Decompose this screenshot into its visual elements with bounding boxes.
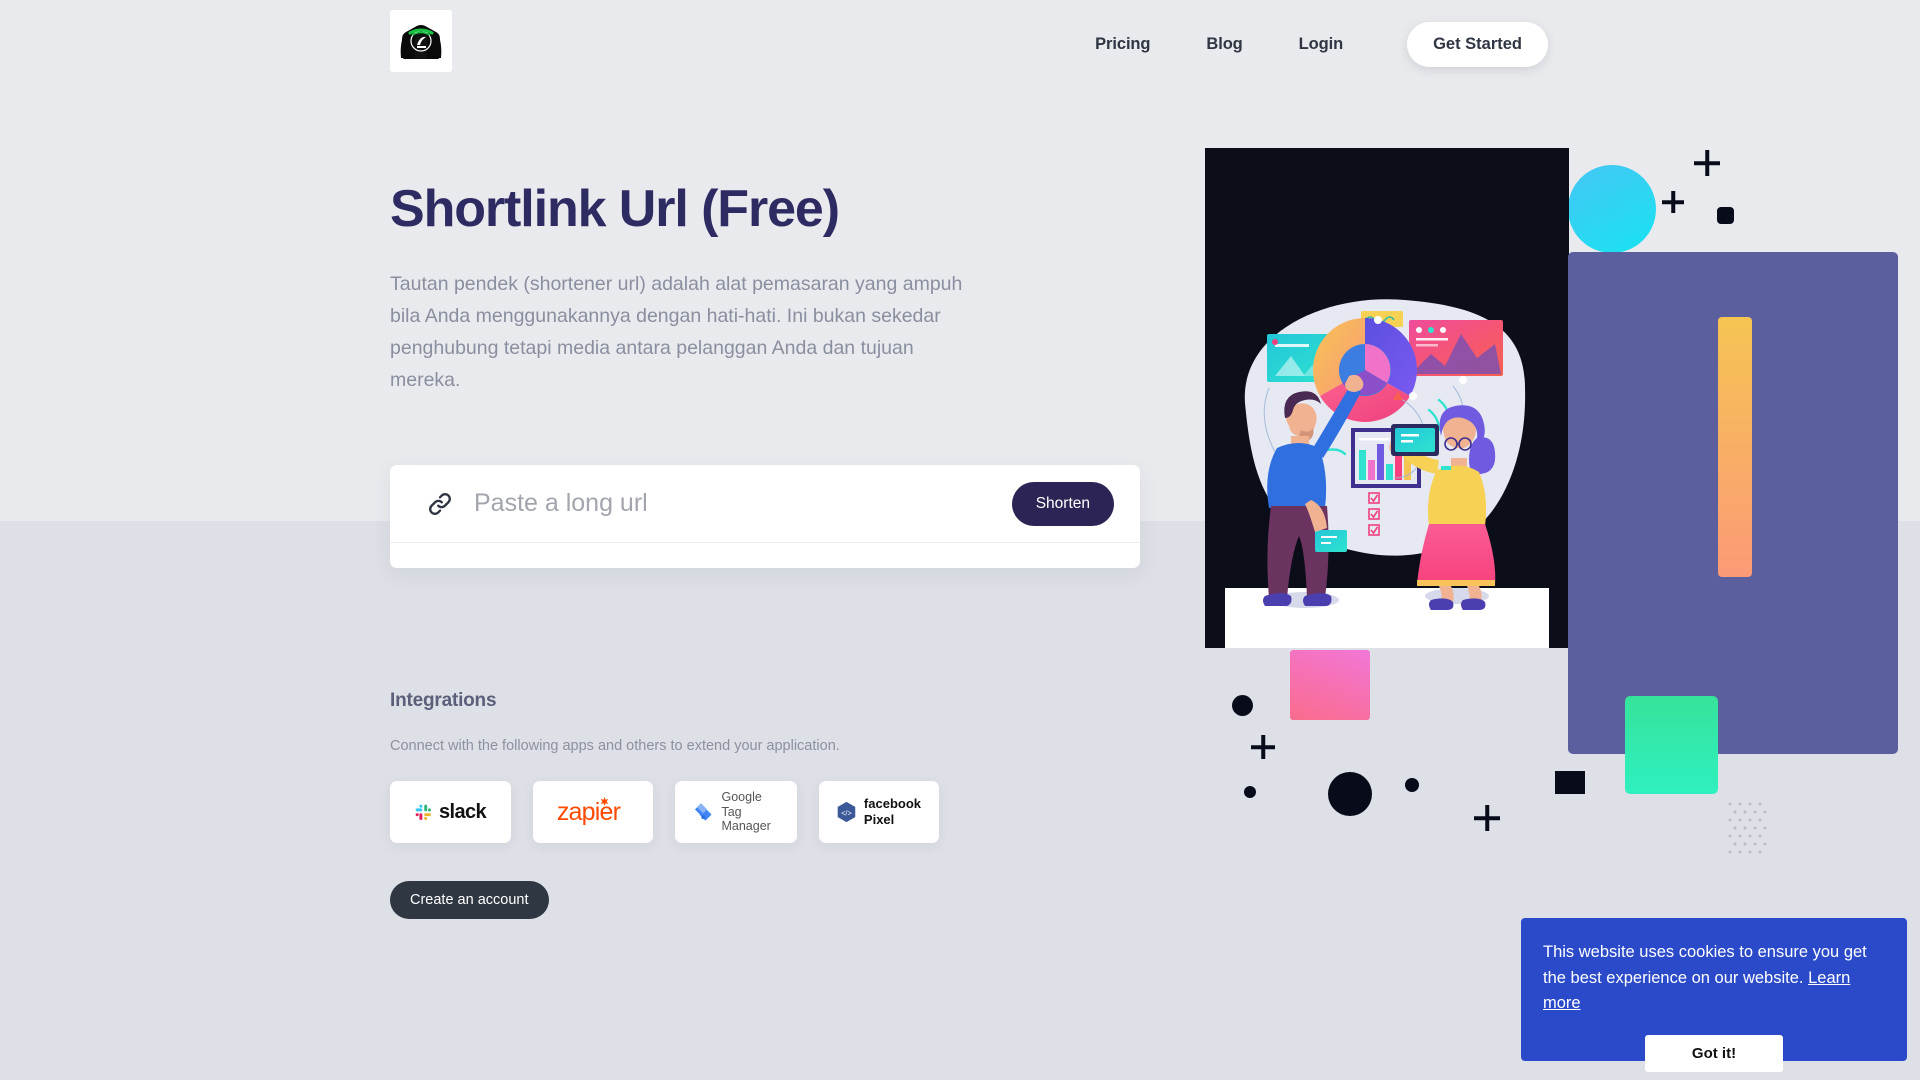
link-icon bbox=[429, 492, 451, 515]
integration-label-gtm: Google Tag Manager bbox=[721, 789, 771, 834]
brand-logo[interactable] bbox=[390, 10, 452, 72]
integration-label-slack: slack bbox=[438, 800, 487, 823]
integrations-description: Connect with the following apps and othe… bbox=[390, 738, 840, 754]
url-card-footer bbox=[390, 544, 1140, 568]
plus-icon bbox=[1662, 191, 1684, 213]
integration-card-google-tag-manager[interactable]: Google Tag Manager bbox=[675, 781, 797, 843]
url-shortener-card: Shorten bbox=[390, 465, 1140, 568]
integrations-heading: Integrations bbox=[390, 690, 497, 711]
url-input[interactable] bbox=[474, 489, 1012, 518]
plus-icon bbox=[1694, 150, 1720, 176]
nav-link-login[interactable]: Login bbox=[1271, 35, 1371, 54]
nav-link-blog[interactable]: Blog bbox=[1178, 35, 1270, 54]
cookie-message: This website uses cookies to ensure you … bbox=[1543, 940, 1885, 1017]
shorten-button[interactable]: Shorten bbox=[1011, 481, 1114, 526]
integration-label-fbp: facebook Pixel bbox=[863, 796, 921, 827]
zapier-star-icon bbox=[600, 796, 609, 806]
integrations-section: Integrations Connect with the following … bbox=[390, 690, 1150, 919]
nav-link-pricing[interactable]: Pricing bbox=[1067, 35, 1178, 54]
url-input-row: Shorten bbox=[390, 465, 1140, 543]
cookie-accept-button[interactable]: Got it! bbox=[1645, 1034, 1783, 1072]
integration-label-zapier: zapier bbox=[556, 797, 621, 826]
hero-subtitle: Tautan pendek (shortener url) adalah ala… bbox=[390, 273, 963, 392]
get-started-button[interactable]: Get Started bbox=[1407, 21, 1548, 67]
page-title: Shortlink Url (Free) bbox=[390, 180, 840, 238]
integration-card-facebook-pixel[interactable]: </> facebook Pixel bbox=[819, 781, 939, 843]
jacket-logo-icon bbox=[396, 16, 446, 66]
slack-icon bbox=[415, 804, 431, 820]
google-tag-manager-icon bbox=[694, 803, 712, 821]
page-root: Pricing Blog Login Get Started Shortlink… bbox=[0, 0, 1920, 1080]
black-rounded-square-shape bbox=[1717, 207, 1734, 224]
create-account-button[interactable]: Create an account bbox=[390, 881, 549, 919]
facebook-pixel-icon: </> bbox=[837, 801, 856, 823]
cyan-circle-shape bbox=[1568, 165, 1656, 253]
cookie-consent-banner: This website uses cookies to ensure you … bbox=[1521, 918, 1907, 1072]
main-navigation: Pricing Blog Login Get Started bbox=[1067, 0, 1548, 88]
integration-card-slack[interactable]: slack bbox=[390, 781, 511, 843]
integration-card-list: slack zapier Google Tag Manager </> face… bbox=[390, 781, 1150, 843]
svg-text:</>: </> bbox=[841, 808, 852, 817]
hero-copy: Shortlink Url (Free) Tautan pendek (shor… bbox=[390, 180, 1150, 397]
integration-card-zapier[interactable]: zapier bbox=[533, 781, 653, 843]
site-header: Pricing Blog Login Get Started bbox=[0, 0, 1920, 88]
